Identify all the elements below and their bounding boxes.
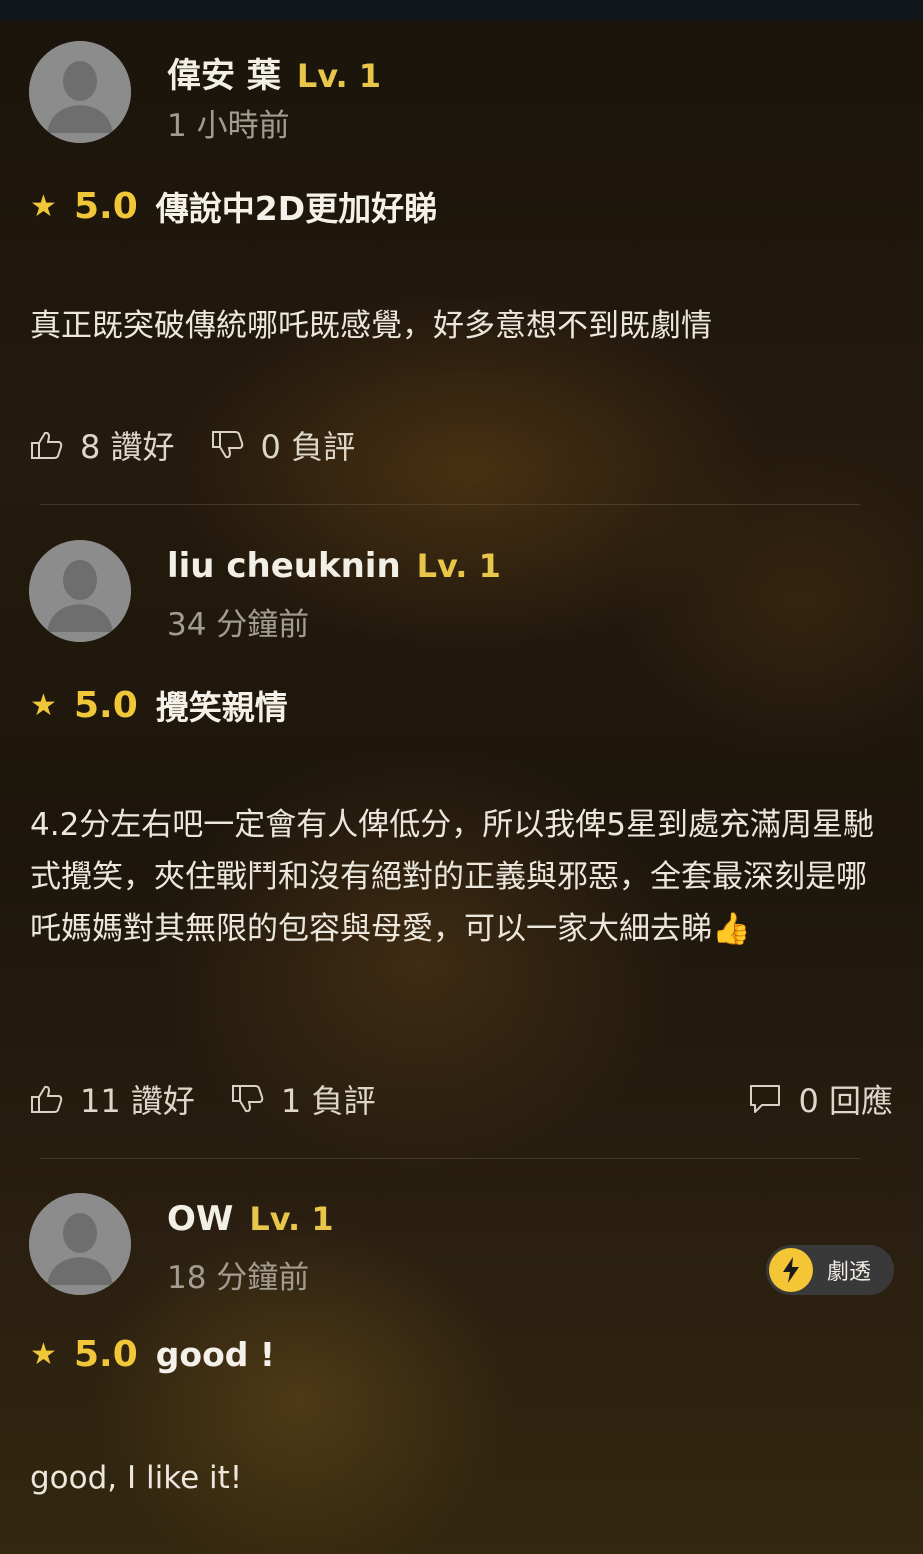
- review-body: 4.2分左右吧一定會有人俾低分，所以我俾5星到處充滿周星馳式攪笑，夾住戰鬥和沒有…: [30, 807, 875, 947]
- spoiler-tag-button[interactable]: 劇透: [766, 1245, 894, 1295]
- default-avatar-icon[interactable]: [29, 1193, 131, 1295]
- reply-count: 0 回應: [798, 1082, 893, 1120]
- dislike-count: 0 負評: [260, 428, 356, 466]
- like-count: 8 讚好: [80, 428, 175, 466]
- thumbs-up-icon: [31, 431, 63, 459]
- star-icon: ★: [30, 687, 57, 723]
- username[interactable]: liu cheuknin: [167, 546, 401, 586]
- review-body: good, I like it!: [30, 1460, 243, 1496]
- dislike-button[interactable]: 1 負評: [231, 1076, 376, 1122]
- like-button[interactable]: 8 讚好: [30, 422, 175, 468]
- user-level-badge: Lv. 1: [249, 1200, 334, 1238]
- thumbs-up-icon: [31, 1085, 63, 1113]
- rating-score: 5.0: [74, 1334, 138, 1375]
- post-time: 34 分鐘前: [167, 607, 310, 643]
- username[interactable]: 偉安 葉: [167, 48, 281, 97]
- star-icon: ★: [30, 188, 57, 224]
- dislike-button[interactable]: 0 負評: [211, 422, 356, 468]
- dislike-count: 1 負評: [280, 1082, 376, 1120]
- status-bar: [0, 0, 923, 20]
- rating-score: 5.0: [74, 185, 138, 227]
- post-time: 18 分鐘前: [167, 1260, 310, 1296]
- default-avatar-icon[interactable]: [29, 41, 131, 143]
- review-title: 傳說中2D更加好睇: [155, 189, 438, 228]
- post-time: 1 小時前: [167, 108, 290, 144]
- divider: [40, 504, 860, 505]
- like-button[interactable]: 11 讚好: [30, 1076, 195, 1122]
- spoiler-label: 劇透: [827, 1260, 872, 1285]
- star-icon: ★: [30, 1337, 57, 1372]
- lightning-icon: [769, 1248, 813, 1292]
- thumbs-down-icon: [211, 431, 243, 459]
- username[interactable]: OW: [167, 1199, 233, 1239]
- user-level-badge: Lv. 1: [416, 547, 501, 585]
- review-body: 真正既突破傳統哪吒既感覺，好多意想不到既劇情: [30, 308, 712, 344]
- thumbs-down-icon: [231, 1085, 264, 1113]
- divider: [40, 1158, 860, 1159]
- reply-button[interactable]: 0 回應: [748, 1076, 893, 1122]
- user-level-badge: Lv. 1: [296, 57, 382, 95]
- review-title: good !: [155, 1335, 275, 1374]
- default-avatar-icon[interactable]: [29, 540, 131, 642]
- comment-icon: [750, 1085, 781, 1113]
- like-count: 11 讚好: [80, 1082, 195, 1120]
- rating-score: 5.0: [74, 684, 138, 726]
- review-title: 攪笑親情: [155, 688, 288, 727]
